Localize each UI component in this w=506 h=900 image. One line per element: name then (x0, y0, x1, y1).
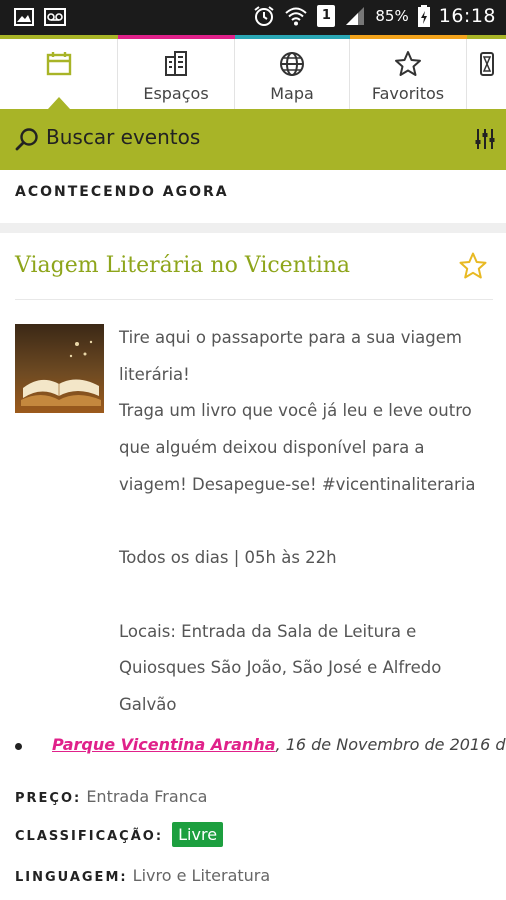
event-title[interactable]: Viagem Literária no Vicentina (15, 253, 350, 278)
rating-row: CLASSIFICAÇÃO: Livre (15, 822, 224, 847)
battery-icon (417, 5, 430, 27)
star-icon (395, 51, 421, 76)
status-bar: 1 85% 16:18 (0, 0, 506, 35)
price-value: Entrada Franca (86, 787, 208, 806)
favorite-star-icon[interactable] (458, 251, 488, 281)
search-bar[interactable]: Buscar eventos (0, 109, 506, 170)
clock: 16:18 (438, 5, 496, 27)
active-tab-indicator (48, 97, 70, 109)
description-line: literária! (119, 364, 190, 384)
alarm-icon (254, 6, 274, 26)
description-line: Tire aqui o passaporte para a sua viagem (119, 328, 462, 347)
description-line: Locais: Entrada da Sala de Leitura e (119, 621, 417, 641)
event-description: Tire aqui o passaporte para a sua viagem… (119, 320, 499, 724)
venue-date: , 16 de Novembro de 2016 das (275, 735, 506, 754)
language-value: Livro e Literatura (132, 866, 271, 885)
event-image (15, 324, 104, 413)
sim-icon: 1 (317, 5, 336, 27)
building-icon (165, 51, 187, 76)
language-row: LINGUAGEM: Livro e Literatura (15, 866, 270, 885)
tab-favoritos-label: Favoritos (371, 84, 445, 103)
calendar-icon (46, 52, 71, 76)
description-line: viagem! Desapegue-se! #vicentinaliterari… (119, 474, 476, 494)
description-line: que alguém deixou disponível para a (119, 438, 425, 458)
list-bullet (15, 743, 22, 750)
globe-icon (280, 52, 304, 76)
wifi-icon (285, 7, 308, 26)
venue-schedule: Parque Vicentina Aranha, 16 de Novembro … (52, 735, 506, 754)
language-label: LINGUAGEM: (15, 870, 128, 885)
description-line: Galvão (119, 695, 177, 715)
filter-icon[interactable] (474, 126, 496, 152)
tab-bar: Espaços Mapa Favoritos (0, 35, 506, 109)
voicemail-icon (44, 8, 66, 26)
image-icon (14, 8, 34, 26)
title-divider (15, 299, 493, 300)
battery-percent: 85% (375, 7, 409, 25)
section-divider (0, 223, 506, 233)
rating-label: CLASSIFICAÇÃO: (15, 829, 164, 844)
price-row: PREÇO: Entrada Franca (15, 787, 207, 806)
description-line: Traga um livro que você já leu e leve ou… (119, 401, 472, 421)
tab-espacos-label: Espaços (143, 84, 209, 103)
search-icon (15, 128, 38, 151)
tab-mapa[interactable]: Mapa (235, 39, 350, 109)
tab-espacos[interactable]: Espaços (118, 39, 235, 109)
tab-mapa-label: Mapa (270, 84, 314, 103)
hourglass-icon (480, 52, 494, 76)
section-heading: ACONTECENDO AGORA (15, 184, 229, 200)
price-label: PREÇO: (15, 791, 82, 806)
description-line (119, 577, 499, 614)
description-line (119, 504, 499, 541)
description-line: Quiosques São João, São José e Alfredo (119, 658, 442, 678)
rating-badge: Livre (172, 822, 224, 847)
tab-favoritos[interactable]: Favoritos (350, 39, 467, 109)
signal-icon (346, 7, 365, 25)
tab-more[interactable] (467, 39, 506, 109)
search-input[interactable]: Buscar eventos (46, 125, 200, 149)
description-line: Todos os dias | 05h às 22h (119, 548, 337, 568)
venue-link[interactable]: Parque Vicentina Aranha (52, 735, 276, 754)
